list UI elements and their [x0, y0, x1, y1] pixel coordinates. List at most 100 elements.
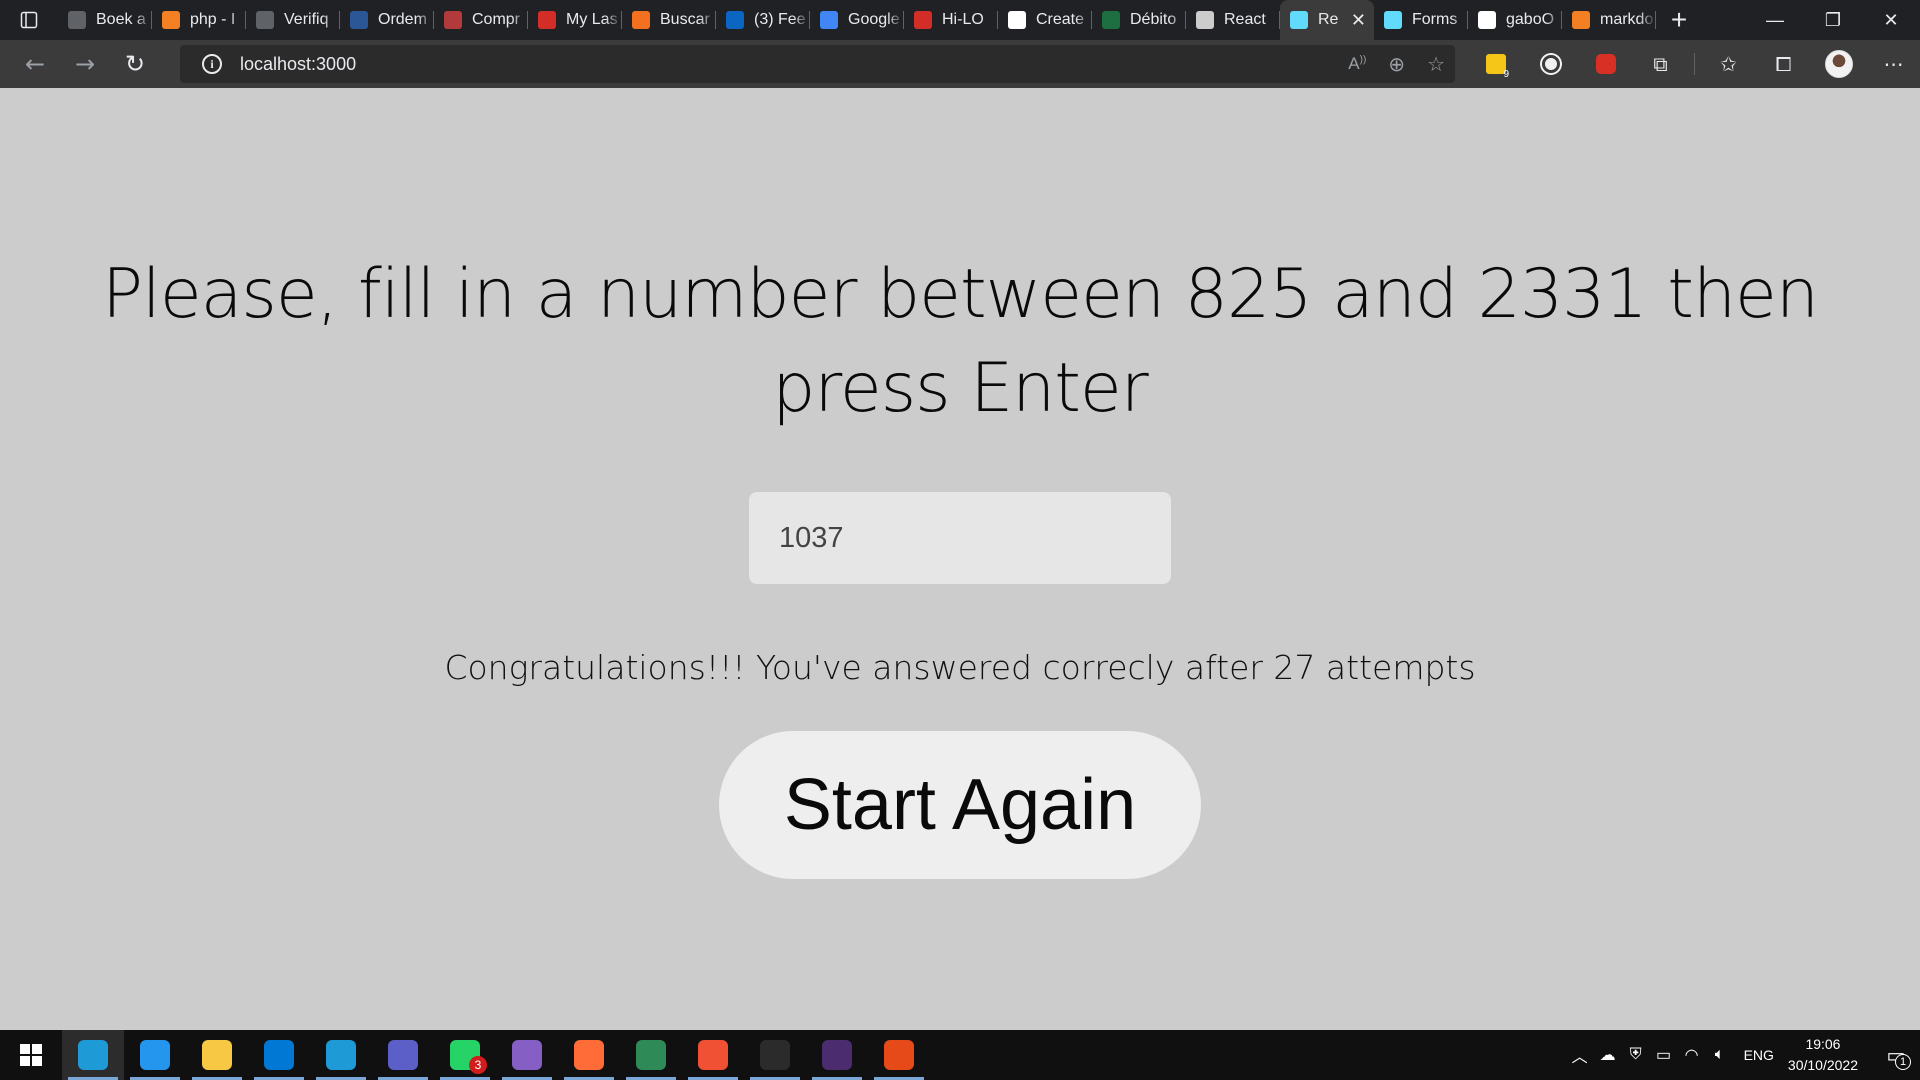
red-extension-icon — [1595, 54, 1616, 74]
more-icon: ⋯ — [1883, 52, 1904, 76]
browser-tab[interactable]: Boek a — [58, 0, 152, 40]
app-badge: 3 — [469, 1056, 487, 1074]
extension-circle-button[interactable] — [1523, 40, 1578, 88]
profile-button[interactable] — [1811, 40, 1866, 88]
start-again-button[interactable]: Start Again — [719, 731, 1201, 879]
extension-red-button[interactable] — [1578, 40, 1633, 88]
battery-icon[interactable]: ▭ — [1650, 1045, 1678, 1065]
language-indicator[interactable]: ENG — [1744, 1047, 1774, 1063]
browser-tab[interactable]: Ordem — [340, 0, 434, 40]
excel-icon — [1102, 11, 1120, 29]
avatar — [1824, 50, 1853, 78]
snipping-tool-icon — [884, 1040, 914, 1070]
notification-count: 1 — [1895, 1053, 1911, 1070]
taskbar-app-file-explorer[interactable] — [186, 1030, 248, 1080]
browser-tab[interactable]: (3) Fee — [716, 0, 810, 40]
address-bar[interactable]: i localhost:3000 A)) ⊕ ☆ — [180, 45, 1455, 83]
settings-more-button[interactable]: ⋯ — [1866, 40, 1920, 88]
browser-tab[interactable]: Google — [810, 0, 904, 40]
taskbar-app-terminal[interactable] — [744, 1030, 806, 1080]
browser-tab[interactable]: My Las — [528, 0, 622, 40]
browser-tab[interactable]: React — [1186, 0, 1280, 40]
tab-label: Hi-LO — [942, 11, 984, 28]
powershell-dev-icon — [822, 1040, 852, 1070]
page-title: Please, fill in a number between 825 and… — [101, 255, 1819, 428]
site-info-icon[interactable]: i — [202, 54, 222, 74]
browser-tab[interactable]: Create — [998, 0, 1092, 40]
minimize-button[interactable]: — — [1746, 0, 1804, 40]
taskbar-app-outlook[interactable] — [248, 1030, 310, 1080]
number-input[interactable] — [749, 492, 1171, 584]
extension-badge: 9 — [1503, 69, 1509, 80]
show-hidden-icons-icon[interactable]: ︿ — [1566, 1043, 1594, 1067]
taskbar-app-git[interactable] — [682, 1030, 744, 1080]
taskbar-app-edge-dev[interactable] — [310, 1030, 372, 1080]
browser-tab[interactable]: php - I — [152, 0, 246, 40]
clock-date: 30/10/2022 — [1787, 1057, 1858, 1073]
address-url[interactable]: localhost:3000 — [240, 54, 356, 75]
teams-icon — [388, 1040, 418, 1070]
restore-button[interactable]: ❐ — [1804, 0, 1862, 40]
favorites-button[interactable]: ✩ — [1701, 40, 1756, 88]
taskbar-app-app[interactable] — [620, 1030, 682, 1080]
taskbar-app-powershell-dev[interactable] — [806, 1030, 868, 1080]
tab-label: Buscar — [660, 11, 710, 28]
edge-dev-icon — [326, 1040, 356, 1070]
browser-tab[interactable]: Hi-LO — [904, 0, 998, 40]
outlook-icon — [264, 1040, 294, 1070]
tab-label: Verifiq — [284, 11, 329, 28]
taskbar-app-teams[interactable] — [372, 1030, 434, 1080]
onedrive-icon[interactable]: ☁ — [1594, 1045, 1622, 1065]
google-translate-icon — [820, 11, 838, 29]
sticky-notes-extension[interactable]: 9 — [1468, 40, 1523, 88]
tab-label: React — [1224, 11, 1266, 28]
add-favorite-icon[interactable]: ☆ — [1427, 52, 1445, 76]
zoom-icon[interactable]: ⊕ — [1388, 52, 1405, 76]
page-content: Please, fill in a number between 825 and… — [0, 88, 1920, 1030]
back-arrow-icon: ← — [24, 50, 46, 78]
avatar-page-icon — [1196, 11, 1214, 29]
refresh-button[interactable]: ↻ — [110, 40, 160, 88]
tab-label: Re — [1318, 11, 1339, 28]
extensions-area: 9 ⧉ ✩ ⧠ ⋯ — [1468, 40, 1920, 88]
browser-tab[interactable]: Débito — [1092, 0, 1186, 40]
taskbar-app-edge[interactable] — [62, 1030, 124, 1080]
security-icon[interactable]: ⛨ — [1622, 1046, 1650, 1064]
tab-label: Compr — [472, 11, 521, 28]
pdf-icon — [914, 11, 932, 29]
browser-tab[interactable]: gaboO — [1468, 0, 1562, 40]
back-button[interactable]: ← — [10, 40, 60, 88]
taskbar-app-visual-studio[interactable] — [496, 1030, 558, 1080]
puzzle-icon: ⧉ — [1653, 52, 1668, 76]
globe-icon — [350, 11, 368, 29]
notifications-button[interactable]: ▭ 1 — [1872, 1043, 1920, 1070]
browser-tab[interactable]: Buscar — [622, 0, 716, 40]
close-tab-icon[interactable]: ✕ — [1351, 10, 1366, 31]
read-aloud-icon[interactable]: A)) — [1348, 54, 1366, 74]
taskbar-app-whatsapp[interactable]: 3 — [434, 1030, 496, 1080]
browser-tab[interactable]: Compr — [434, 0, 528, 40]
browser-tab[interactable]: markdo — [1562, 0, 1656, 40]
window-controls: — ❐ ✕ — [1746, 0, 1920, 40]
browser-tab[interactable]: Re ✕ — [1280, 0, 1374, 40]
tab-label: gaboO — [1506, 11, 1555, 28]
tab-label: Boek a — [96, 11, 146, 28]
close-window-button[interactable]: ✕ — [1862, 0, 1920, 40]
browser-tab[interactable]: Verifiq — [246, 0, 340, 40]
extensions-button[interactable]: ⧉ — [1633, 40, 1688, 88]
browser-tab[interactable]: Forms — [1374, 0, 1468, 40]
forward-button[interactable]: → — [60, 40, 110, 88]
volume-icon[interactable]: 🔈︎ — [1706, 1046, 1734, 1064]
collections-button[interactable]: ⧠ — [1756, 40, 1811, 88]
start-button[interactable] — [0, 1030, 62, 1080]
clock[interactable]: 19:06 30/10/2022 — [1788, 1034, 1858, 1076]
taskbar-app-snipping-tool[interactable] — [868, 1030, 930, 1080]
tab-label: Google — [848, 11, 900, 28]
taskbar-app-vscode[interactable] — [124, 1030, 186, 1080]
circle-extension-icon — [1541, 55, 1560, 73]
shop-icon — [632, 11, 650, 29]
wifi-icon[interactable]: ◠ — [1678, 1045, 1706, 1065]
new-tab-button[interactable]: + — [1656, 0, 1702, 40]
taskbar-app-postman[interactable] — [558, 1030, 620, 1080]
tab-actions-button[interactable] — [0, 0, 58, 40]
